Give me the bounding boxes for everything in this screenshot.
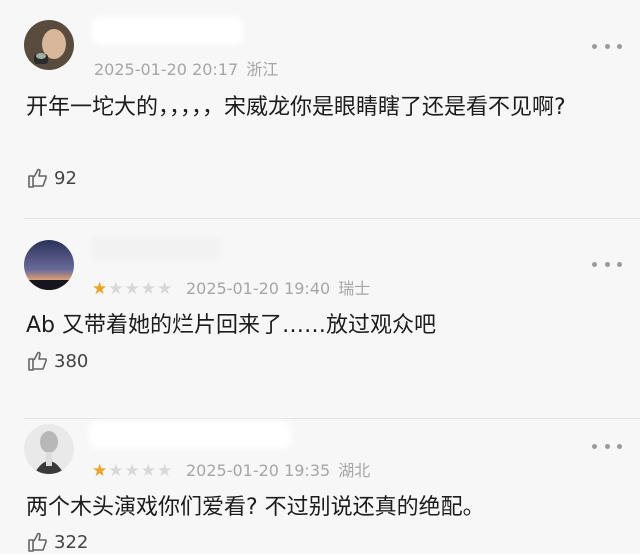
like-button[interactable]: 322 bbox=[26, 530, 88, 554]
like-count: 322 bbox=[54, 531, 89, 553]
avatar[interactable] bbox=[24, 240, 74, 290]
more-dots-icon bbox=[592, 443, 597, 449]
timestamp: 2025-01-20 19:40 bbox=[186, 279, 331, 298]
username-blurred[interactable] bbox=[90, 236, 222, 262]
thumbs-up-icon bbox=[28, 532, 47, 552]
star-icon: ★ bbox=[140, 461, 156, 481]
divider bbox=[24, 418, 640, 419]
star-rating: ★ ★ ★ ★ ★ bbox=[92, 461, 172, 481]
comment-meta: 2025-01-20 19:40 瑞士 bbox=[186, 279, 370, 299]
username-blurred[interactable] bbox=[92, 18, 242, 44]
avatar[interactable] bbox=[24, 20, 74, 70]
comment-text: 开年一坨大的，，，，，宋威龙你是眼睛瞎了还是看不见啊? bbox=[26, 95, 566, 120]
avatar[interactable] bbox=[24, 424, 74, 474]
avatar-image bbox=[24, 240, 74, 290]
username-blurred[interactable] bbox=[90, 422, 290, 448]
like-count: 380 bbox=[54, 350, 89, 372]
comment-meta: 2025-01-20 19:35 湖北 bbox=[186, 461, 370, 481]
more-options-button[interactable] bbox=[592, 440, 622, 452]
star-icon: ★ bbox=[157, 461, 173, 481]
thumbs-up-icon bbox=[28, 168, 47, 188]
star-icon: ★ bbox=[108, 279, 124, 299]
like-button[interactable]: 92 bbox=[26, 166, 77, 190]
thumbs-up-icon bbox=[28, 351, 47, 371]
avatar-image bbox=[24, 20, 74, 70]
comment-meta: 2025-01-20 20:17 浙江 bbox=[94, 60, 278, 80]
location: 湖北 bbox=[338, 461, 371, 480]
more-options-button[interactable] bbox=[592, 40, 622, 52]
divider bbox=[24, 218, 640, 219]
like-button[interactable]: 380 bbox=[26, 349, 88, 373]
star-icon: ★ bbox=[140, 279, 156, 299]
star-icon: ★ bbox=[92, 279, 108, 299]
star-icon: ★ bbox=[157, 279, 173, 299]
timestamp: 2025-01-20 19:35 bbox=[186, 461, 331, 480]
more-options-button[interactable] bbox=[592, 258, 622, 270]
more-dots-icon bbox=[592, 261, 597, 267]
star-icon: ★ bbox=[108, 461, 124, 481]
timestamp: 2025-01-20 20:17 bbox=[94, 60, 239, 79]
star-icon: ★ bbox=[124, 279, 140, 299]
location: 浙江 bbox=[246, 60, 279, 79]
like-count: 92 bbox=[54, 167, 77, 189]
comment-text: Ab 又带着她的烂片回来了……放过观众吧 bbox=[26, 313, 437, 338]
location: 瑞士 bbox=[338, 279, 371, 298]
star-icon: ★ bbox=[124, 461, 140, 481]
more-dots-icon bbox=[592, 43, 597, 49]
star-icon: ★ bbox=[92, 461, 108, 481]
avatar-image bbox=[24, 424, 74, 474]
star-rating: ★ ★ ★ ★ ★ bbox=[92, 279, 172, 299]
comment-text: 两个木头演戏你们爱看? 不过别说还真的绝配。 bbox=[26, 495, 485, 520]
